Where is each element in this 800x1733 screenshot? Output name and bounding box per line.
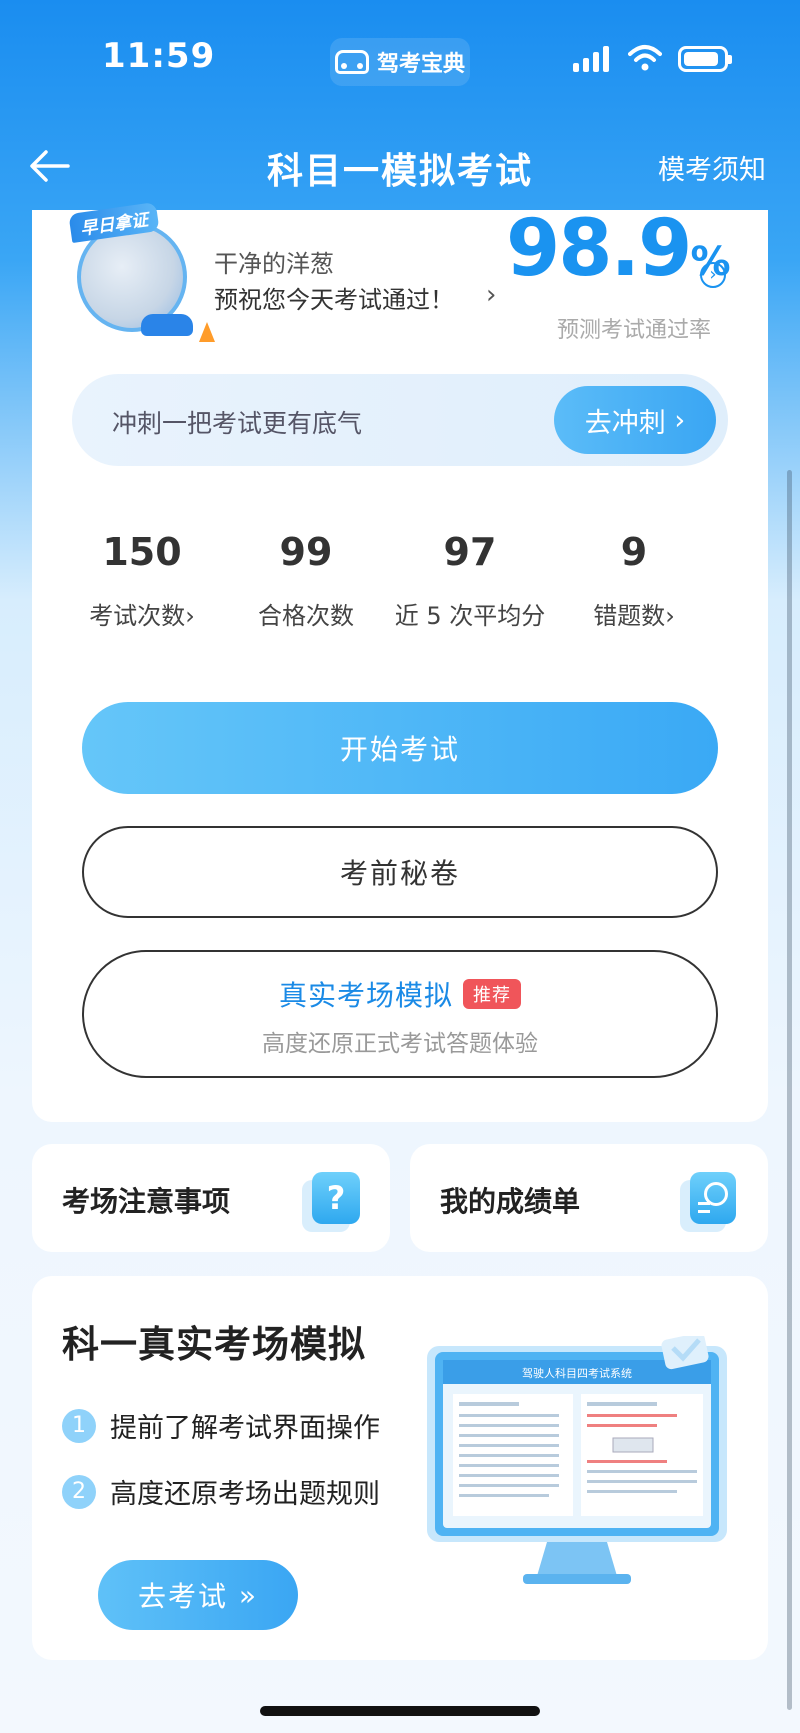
stat-value: 9	[620, 530, 648, 574]
main-card: 早日拿证 干净的洋葱 预祝您今天考试通过！ › 98.9% › 预测考试通过率 …	[32, 202, 768, 1122]
stat-value: 97	[443, 530, 497, 574]
screen-heading: 驾驶人科目四考试系统	[522, 1366, 632, 1380]
stat-label: 考试次数	[89, 602, 186, 630]
status-time: 11:59	[102, 36, 216, 76]
pass-rate[interactable]: 98.9%	[506, 204, 731, 294]
promo-title: 科一真实考场模拟	[62, 1323, 366, 1366]
sprint-button[interactable]: 去冲刺 ›	[554, 386, 716, 454]
promo-item: 2 高度还原考场出题规则	[62, 1472, 380, 1511]
scrollbar[interactable]	[787, 470, 792, 1710]
car-icon	[334, 50, 369, 74]
wifi-icon	[628, 45, 662, 71]
simulation-promo-card: 科一真实考场模拟 1 提前了解考试界面操作 2 高度还原考场出题规则 去考试 »…	[32, 1276, 768, 1660]
chevron-right-icon[interactable]: ›	[486, 280, 496, 310]
home-indicator[interactable]	[260, 1706, 540, 1716]
simulation-title: 真实考场模拟 推荐	[84, 974, 716, 1014]
exam-notice-label: 考场注意事项	[62, 1185, 231, 1218]
stat-label: 合格次数	[258, 602, 354, 630]
sprint-text: 冲刺一把考试更有底气	[112, 409, 363, 438]
stat-exam-count[interactable]: 150 考试次数›	[60, 530, 224, 631]
status-bar: 11:59 驾考宝典	[0, 0, 800, 120]
exam-instructions-link[interactable]: 模考须知	[658, 148, 766, 187]
promo-item-text: 高度还原考场出题规则	[110, 1479, 380, 1510]
my-report-label: 我的成绩单	[440, 1185, 581, 1218]
double-chevron-icon: »	[227, 1578, 259, 1612]
battery-icon	[678, 46, 732, 72]
promo-item: 1 提前了解考试界面操作	[62, 1406, 380, 1445]
stat-pass-count: 99 合格次数	[224, 530, 388, 631]
pass-rate-value: 98.9	[506, 204, 692, 294]
go-exam-button[interactable]: 去考试 »	[98, 1560, 298, 1630]
report-search-icon	[690, 1172, 736, 1224]
stat-label: 近 5 次平均分	[394, 602, 546, 630]
start-exam-button[interactable]: 开始考试	[82, 702, 718, 794]
number-badge: 1	[62, 1408, 96, 1443]
pass-rate-label: 预测考试通过率	[557, 318, 712, 343]
sprint-button-label: 去冲刺	[584, 407, 666, 439]
promo-item-text: 提前了解考试界面操作	[110, 1413, 380, 1444]
exam-notice-card[interactable]: 考场注意事项 ?	[32, 1144, 390, 1252]
simulation-subtitle: 高度还原正式考试答题体验	[262, 1031, 538, 1057]
signal-icon	[573, 46, 609, 72]
secret-paper-button[interactable]: 考前秘卷	[82, 826, 718, 918]
question-mark-icon: ?	[312, 1172, 360, 1224]
stat-wrong-count[interactable]: 9 错题数›	[552, 530, 716, 631]
sprint-banner: 冲刺一把考试更有底气 去冲刺 ›	[72, 374, 728, 466]
recommend-tag: 推荐	[463, 979, 521, 1009]
app-indicator: 驾考宝典	[330, 38, 470, 86]
stat-value: 99	[279, 530, 333, 574]
chevron-right-icon: ›	[185, 602, 195, 630]
monitor-illustration: 驾驶人科目四考试系统	[427, 1336, 727, 1584]
stat-average-score: 97 近 5 次平均分	[388, 530, 552, 631]
greeting[interactable]: 预祝您今天考试通过！	[214, 280, 454, 315]
circle-chevron-icon[interactable]: ›	[700, 262, 726, 288]
stats-row: 150 考试次数› 99 合格次数 97 近 5 次平均分 9 错题数›	[32, 530, 768, 631]
go-exam-label: 去考试	[137, 1580, 228, 1613]
username: 干净的洋葱	[214, 250, 334, 278]
traffic-cone-icon	[199, 322, 215, 342]
chevron-right-icon: ›	[665, 602, 675, 630]
number-badge: 2	[62, 1474, 96, 1509]
chevron-right-icon: ›	[665, 404, 686, 436]
my-report-card[interactable]: 我的成绩单	[410, 1144, 768, 1252]
toy-car-icon	[141, 314, 193, 336]
real-exam-simulation-button[interactable]: 真实考场模拟 推荐 高度还原正式考试答题体验	[82, 950, 718, 1078]
app-name: 驾考宝典	[376, 52, 465, 77]
stat-label: 错题数	[593, 602, 666, 630]
stat-value: 150	[102, 530, 182, 574]
